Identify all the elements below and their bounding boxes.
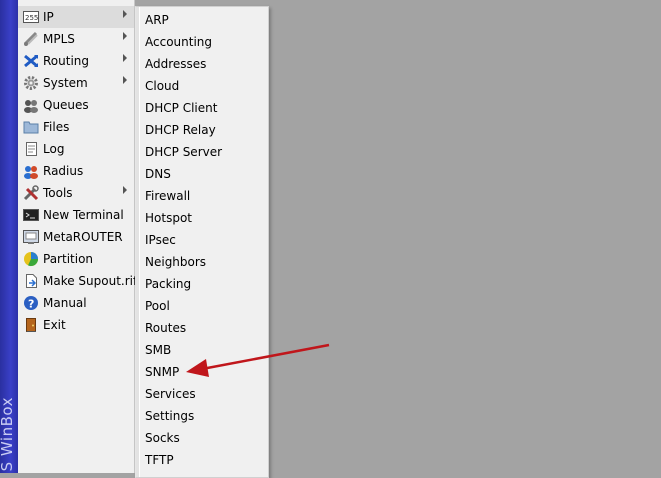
folder-icon xyxy=(23,119,39,135)
submenu-item-dhcp-server[interactable]: DHCP Server xyxy=(136,141,268,163)
menu-label: New Terminal xyxy=(43,208,124,222)
exit-icon xyxy=(23,317,39,333)
submenu-arrow-icon xyxy=(123,32,127,40)
menu-label: Routing xyxy=(43,54,90,68)
submenu-label: Pool xyxy=(145,299,170,313)
radius-icon xyxy=(23,163,39,179)
submenu-item-ipsec[interactable]: IPsec xyxy=(136,229,268,251)
submenu-label: Services xyxy=(145,387,196,401)
menu-item-metarouter[interactable]: MetaROUTER xyxy=(18,226,134,248)
submenu-item-arp[interactable]: ARP xyxy=(136,9,268,31)
menu-label: MetaROUTER xyxy=(43,230,123,244)
submenu-label: Cloud xyxy=(145,79,180,93)
main-menu: 255 IP MPLS Routing System Queues Files … xyxy=(18,0,138,473)
menu-label: System xyxy=(43,76,88,90)
metarouter-icon xyxy=(23,229,39,245)
menu-label: Tools xyxy=(43,186,73,200)
submenu-item-packing[interactable]: Packing xyxy=(136,273,268,295)
partition-icon xyxy=(23,251,39,267)
menu-item-queues[interactable]: Queues xyxy=(18,94,134,116)
tools-icon xyxy=(23,185,39,201)
menu-label: IP xyxy=(43,10,54,24)
log-icon xyxy=(23,141,39,157)
menu-label: Partition xyxy=(43,252,94,266)
submenu-label: DHCP Server xyxy=(145,145,223,159)
submenu-item-dhcp-client[interactable]: DHCP Client xyxy=(136,97,268,119)
submenu-label: Packing xyxy=(145,277,192,291)
menu-item-radius[interactable]: Radius xyxy=(18,160,134,182)
submenu-item-tftp[interactable]: TFTP xyxy=(136,449,268,471)
submenu-label: Firewall xyxy=(145,189,191,203)
submenu-label: Hotspot xyxy=(145,211,192,225)
menu-item-make-supout[interactable]: Make Supout.rif xyxy=(18,270,138,292)
submenu-label: TFTP xyxy=(145,453,174,467)
menu-label: Manual xyxy=(43,296,87,310)
submenu-arrow-icon xyxy=(123,10,127,18)
submenu-item-addresses[interactable]: Addresses xyxy=(136,53,268,75)
submenu-item-snmp[interactable]: SNMP xyxy=(136,361,268,383)
submenu-item-hotspot[interactable]: Hotspot xyxy=(136,207,268,229)
menu-item-log[interactable]: Log xyxy=(18,138,134,160)
queues-icon xyxy=(23,97,39,113)
mpls-icon xyxy=(23,31,39,47)
brand-text: S WinBox xyxy=(0,396,16,471)
submenu-label: SNMP xyxy=(145,365,180,379)
submenu-arrow-icon xyxy=(123,76,127,84)
submenu-label: DNS xyxy=(145,167,171,181)
submenu-item-firewall[interactable]: Firewall xyxy=(136,185,268,207)
menu-item-manual[interactable]: ? Manual xyxy=(18,292,134,314)
menu-label: Make Supout.rif xyxy=(43,274,138,288)
submenu-label: SMB xyxy=(145,343,172,357)
submenu-label: Accounting xyxy=(145,35,213,49)
submenu-label: Addresses xyxy=(145,57,207,71)
menu-label: Exit xyxy=(43,318,66,332)
ip-icon: 255 xyxy=(23,9,39,25)
menu-label: Radius xyxy=(43,164,84,178)
submenu-label: DHCP Client xyxy=(145,101,218,115)
submenu-item-neighbors[interactable]: Neighbors xyxy=(136,251,268,273)
help-icon: ? xyxy=(23,295,39,311)
submenu-label: Settings xyxy=(145,409,195,423)
submenu-label: ARP xyxy=(145,13,169,27)
submenu-label: Neighbors xyxy=(145,255,207,269)
submenu-label: Socks xyxy=(145,431,180,445)
submenu-label: DHCP Relay xyxy=(145,123,216,137)
submenu-arrow-icon xyxy=(123,186,127,194)
menu-label: Files xyxy=(43,120,70,134)
submenu-arrow-icon xyxy=(123,54,127,62)
routing-icon xyxy=(23,53,39,69)
menu-item-mpls[interactable]: MPLS xyxy=(18,28,134,50)
submenu-item-cloud[interactable]: Cloud xyxy=(136,75,268,97)
submenu-item-routes[interactable]: Routes xyxy=(136,317,268,339)
submenu-item-settings[interactable]: Settings xyxy=(136,405,268,427)
menu-label: Queues xyxy=(43,98,89,112)
menu-item-files[interactable]: Files xyxy=(18,116,134,138)
submenu-item-pool[interactable]: Pool xyxy=(136,295,268,317)
svg-text:?: ? xyxy=(28,298,34,311)
gear-icon xyxy=(23,75,39,91)
menu-item-exit[interactable]: Exit xyxy=(18,314,134,336)
menu-label: Log xyxy=(43,142,65,156)
terminal-icon xyxy=(23,207,39,223)
submenu-item-smb[interactable]: SMB xyxy=(136,339,268,361)
winbox-brand-strip: S WinBox xyxy=(0,0,18,473)
menu-label: MPLS xyxy=(43,32,75,46)
menu-item-partition[interactable]: Partition xyxy=(18,248,134,270)
submenu-item-dns[interactable]: DNS xyxy=(136,163,268,185)
ip-submenu: ARP Accounting Addresses Cloud DHCP Clie… xyxy=(135,6,269,478)
submenu-item-socks[interactable]: Socks xyxy=(136,427,268,449)
menu-item-new-terminal[interactable]: New Terminal xyxy=(18,204,134,226)
submenu-item-dhcp-relay[interactable]: DHCP Relay xyxy=(136,119,268,141)
submenu-label: IPsec xyxy=(145,233,176,247)
menu-item-system[interactable]: System xyxy=(18,72,134,94)
submenu-label: Routes xyxy=(145,321,187,335)
supout-icon xyxy=(23,273,39,289)
submenu-item-accounting[interactable]: Accounting xyxy=(136,31,268,53)
submenu-item-services[interactable]: Services xyxy=(136,383,268,405)
menu-item-tools[interactable]: Tools xyxy=(18,182,134,204)
menu-item-routing[interactable]: Routing xyxy=(18,50,134,72)
menu-item-ip[interactable]: 255 IP xyxy=(18,6,134,28)
svg-text:255: 255 xyxy=(25,14,38,22)
